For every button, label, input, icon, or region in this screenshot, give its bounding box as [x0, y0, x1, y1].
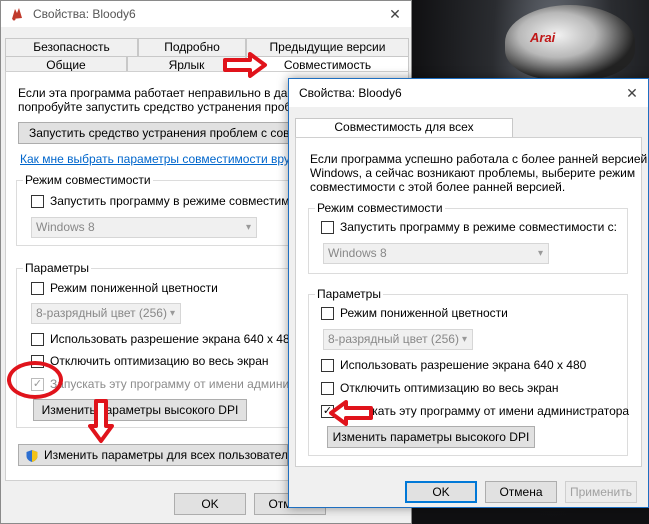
ok-button[interactable]: OK: [405, 481, 477, 503]
reduced-color-row[interactable]: Режим пониженной цветности: [31, 281, 218, 295]
compat-mode-checkbox-row[interactable]: Запустить программу в режиме совместимос…: [31, 194, 314, 208]
helmet-brand-logo: Arai: [530, 30, 556, 45]
intro-text-line3: совместимости с этой более ранней версие…: [310, 180, 566, 194]
intro-text-line2: Windows, а сейчас возникают проблемы, вы…: [310, 166, 636, 180]
color-depth-select: 8-разрядный цвет (256) ▾: [31, 303, 181, 324]
close-icon[interactable]: ✕: [620, 82, 644, 104]
compat-mode-group: Режим совместимости Запустить программу …: [308, 201, 628, 274]
compat-mode-checkbox[interactable]: [31, 194, 44, 208]
resolution-640-label: Использовать разрешение экрана 640 x 480: [50, 332, 297, 346]
intro-text-line1: Если эта программа работает неправильно …: [18, 86, 315, 100]
resolution-640-checkbox[interactable]: [321, 358, 334, 372]
reduced-color-checkbox[interactable]: [31, 281, 44, 295]
change-settings-all-users-button[interactable]: Изменить параметры для всех пользователе…: [18, 444, 288, 466]
settings-group: Параметры Режим пониженной цветности 8-р…: [308, 287, 630, 456]
intro-text-line2: попробуйте запустить средство устранения…: [18, 100, 313, 114]
tab-previous-versions[interactable]: Предыдущие версии: [246, 38, 409, 56]
bloody-app-icon: [9, 6, 25, 22]
compat-mode-group-label: Режим совместимости: [23, 173, 153, 187]
run-as-admin-row: ✓ Запускать эту программу от имени админ…: [31, 377, 319, 391]
tab-row: Совместимость для всех пользователей: [295, 118, 513, 151]
reduced-color-label: Режим пониженной цветности: [50, 281, 218, 295]
resolution-640-checkbox[interactable]: [31, 332, 44, 346]
title-bar[interactable]: Свойства: Bloody6: [289, 79, 648, 107]
intro-text-line1: Если программа успешно работала с более …: [310, 152, 648, 166]
window-title: Свойства: Bloody6: [299, 86, 402, 100]
chevron-down-icon: ▾: [537, 248, 543, 259]
manual-compat-help-link[interactable]: Как мне выбрать параметры совместимости …: [20, 152, 309, 166]
color-depth-value: 8-разрядный цвет (256): [36, 306, 167, 320]
chevron-down-icon: ▾: [461, 334, 467, 345]
color-depth-value: 8-разрядный цвет (256): [328, 332, 459, 346]
cancel-button[interactable]: Отмена: [485, 481, 557, 503]
compat-mode-checkbox[interactable]: [321, 220, 334, 234]
title-bar[interactable]: Свойства: Bloody6: [1, 1, 411, 27]
compat-os-value: Windows 8: [36, 220, 95, 234]
close-icon[interactable]: ✕: [383, 3, 407, 25]
chevron-down-icon: ▾: [169, 308, 175, 319]
compat-mode-label: Запустить программу в режиме совместимос…: [50, 194, 315, 208]
compat-os-value: Windows 8: [328, 246, 387, 260]
compat-os-select: Windows 8 ▾: [323, 243, 549, 264]
change-settings-all-users-label: Изменить параметры для всех пользователе…: [44, 448, 288, 462]
ok-button[interactable]: OK: [174, 493, 246, 515]
apply-button: Применить: [565, 481, 637, 503]
disable-fullscreen-opt-label: Отключить оптимизацию во весь экран: [340, 381, 559, 395]
compat-os-select: Windows 8 ▾: [31, 217, 257, 238]
compat-mode-group-label: Режим совместимости: [315, 201, 445, 215]
uac-shield-icon: [26, 449, 38, 462]
tab-compat-all-users[interactable]: Совместимость для всех пользователей: [295, 118, 513, 151]
run-as-admin-label: Запускать эту программу от имени админис…: [50, 377, 320, 391]
window-title: Свойства: Bloody6: [33, 7, 136, 21]
red-arrow-annotation-tab: [223, 52, 267, 78]
tab-row-top: Безопасность Подробно Предыдущие версии: [5, 38, 409, 56]
disable-fullscreen-opt-row[interactable]: Отключить оптимизацию во весь экран: [321, 381, 559, 395]
resolution-640-row[interactable]: Использовать разрешение экрана 640 x 480: [31, 332, 296, 346]
reduced-color-label: Режим пониженной цветности: [340, 306, 508, 320]
helmet-image: [505, 5, 635, 80]
run-as-admin-label: Запускать эту программу от имени админис…: [340, 404, 630, 418]
chevron-down-icon: ▾: [245, 222, 251, 233]
compat-mode-checkbox-row[interactable]: Запустить программу в режиме совместимос…: [321, 220, 617, 234]
high-dpi-settings-button[interactable]: Изменить параметры высокого DPI: [33, 399, 247, 421]
red-arrow-annotation-all-users: [88, 399, 114, 443]
reduced-color-checkbox[interactable]: [321, 306, 334, 320]
disable-fullscreen-opt-checkbox[interactable]: [321, 381, 334, 395]
red-circle-annotation-admin: [7, 361, 63, 399]
properties-window-all-users: Свойства: Bloody6 ✕ Совместимость для вс…: [288, 78, 649, 508]
disable-fullscreen-opt-label: Отключить оптимизацию во весь экран: [50, 354, 269, 368]
settings-group-label: Параметры: [23, 261, 91, 275]
resolution-640-label: Использовать разрешение экрана 640 x 480: [340, 358, 587, 372]
settings-group-label: Параметры: [315, 287, 383, 301]
reduced-color-row[interactable]: Режим пониженной цветности: [321, 306, 508, 320]
red-arrow-annotation-admin-checkbox: [329, 400, 373, 426]
compat-mode-label: Запустить программу в режиме совместимос…: [340, 220, 617, 234]
color-depth-select: 8-разрядный цвет (256) ▾: [323, 329, 473, 350]
resolution-640-row[interactable]: Использовать разрешение экрана 640 x 480: [321, 358, 586, 372]
high-dpi-settings-button[interactable]: Изменить параметры высокого DPI: [327, 426, 535, 448]
tab-security[interactable]: Безопасность: [5, 38, 138, 56]
disable-fullscreen-opt-row[interactable]: Отключить оптимизацию во весь экран: [31, 354, 269, 368]
